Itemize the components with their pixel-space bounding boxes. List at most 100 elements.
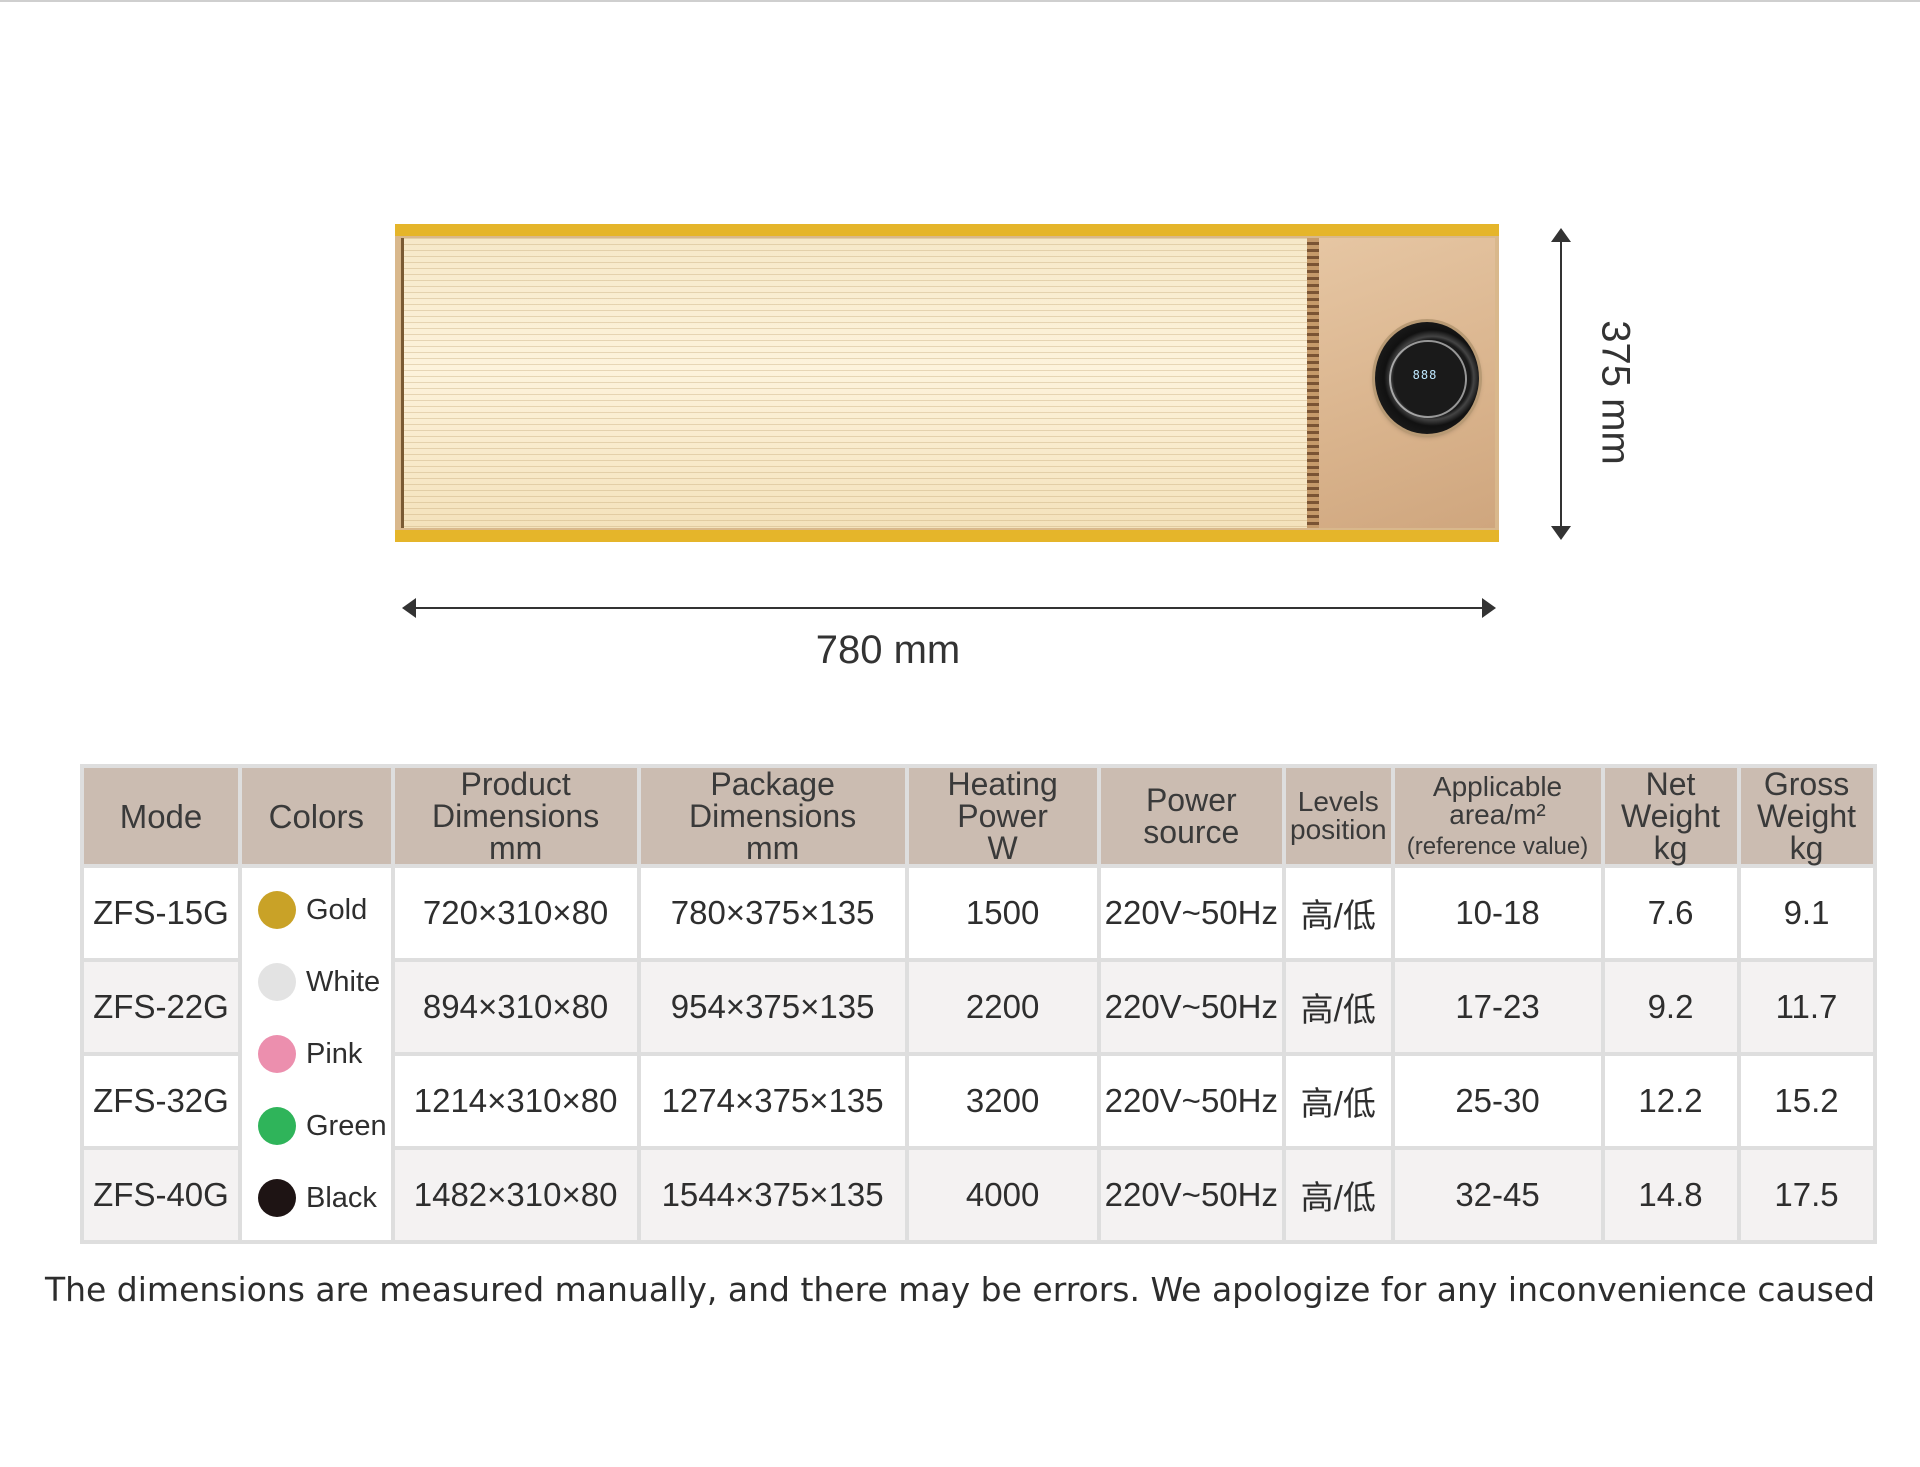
header-power-source: Power source	[1100, 768, 1282, 864]
cell-heating-power: 3200	[908, 1056, 1097, 1146]
cell-levels: 高/低	[1286, 962, 1391, 1052]
disclaimer-text: The dimensions are measured manually, an…	[44, 1270, 1876, 1309]
cell-levels: 高/低	[1286, 1150, 1391, 1240]
cell-product-dimensions: 894×310×80	[394, 962, 637, 1052]
color-option-white: White	[246, 963, 387, 1001]
header-product-dimensions: Product Dimensions mm	[394, 766, 637, 866]
header-power-source-line2: source	[1143, 814, 1240, 850]
cell-area: 32-45	[1394, 1150, 1601, 1240]
swatch-white	[258, 963, 296, 1001]
header-levels-line1: Levels	[1297, 786, 1379, 817]
cell-heating-power: 2200	[908, 962, 1097, 1052]
cell-mode: ZFS-32G	[84, 1056, 238, 1146]
header-gross-weight-line3: kg	[1789, 830, 1824, 866]
heater-grille	[401, 238, 1310, 528]
arrow-up-icon	[1551, 228, 1571, 242]
cell-gross-weight: 11.7	[1740, 962, 1873, 1052]
cell-power-source: 220V~50Hz	[1100, 1150, 1282, 1240]
header-package-dimensions: Package Dimensions mm	[640, 766, 905, 864]
swatch-black	[258, 1179, 296, 1217]
heater-top-rail	[395, 224, 1499, 236]
cell-product-dimensions: 1482×310×80	[394, 1150, 637, 1240]
colors-cell: Gold White Pink Green Black	[242, 868, 391, 1240]
cell-gross-weight: 15.2	[1740, 1056, 1873, 1146]
header-power-source-line1: Power	[1145, 782, 1237, 818]
width-dimension-label: 780 mm	[815, 628, 961, 672]
cell-power-source: 220V~50Hz	[1100, 1056, 1282, 1146]
cell-heating-power: 1500	[908, 868, 1097, 958]
header-package-dimensions-line2: Dimensions	[689, 798, 857, 834]
header-gross-weight-line2: Weight	[1757, 798, 1857, 834]
control-knob-icon: 888	[1375, 322, 1479, 434]
top-divider	[0, 0, 1920, 2]
header-heating-power-line2: Power	[957, 798, 1048, 834]
header-applicable-area: Applicable area/m² (reference value)	[1394, 768, 1601, 864]
header-gross-weight: Gross Weight kg	[1740, 766, 1873, 866]
color-label: Green	[306, 1109, 387, 1142]
height-dimension-line	[1560, 236, 1562, 534]
header-package-dimensions-line1: Package	[710, 766, 835, 802]
cell-net-weight: 12.2	[1604, 1056, 1737, 1146]
cell-net-weight: 14.8	[1604, 1150, 1737, 1240]
color-label: Pink	[306, 1037, 363, 1070]
cell-product-dimensions: 1214×310×80	[394, 1056, 637, 1146]
cell-area: 25-30	[1394, 1056, 1601, 1146]
table-row: ZFS-15G Gold White Pink Green Black 720×…	[84, 868, 1873, 1240]
cell-gross-weight: 17.5	[1740, 1150, 1873, 1240]
cell-area: 10-18	[1394, 868, 1601, 958]
header-product-dimensions-line2: Dimensions	[432, 798, 600, 834]
color-option-black: Black	[246, 1179, 387, 1217]
knob-display: 888	[1412, 368, 1438, 382]
cell-area: 17-23	[1394, 962, 1601, 1052]
header-net-weight-line3: kg	[1653, 830, 1688, 866]
cell-package-dimensions: 954×375×135	[640, 962, 905, 1052]
header-area-line2: (reference value)	[1406, 833, 1589, 860]
header-mode: Mode	[84, 768, 238, 864]
cell-net-weight: 9.2	[1604, 962, 1737, 1052]
height-dimension-label: 375 mm	[1593, 320, 1638, 465]
cell-heating-power: 4000	[908, 1150, 1097, 1240]
cell-mode: ZFS-40G	[84, 1150, 238, 1240]
cell-product-dimensions: 720×310×80	[394, 868, 637, 958]
header-heating-power-line3: W	[987, 830, 1018, 866]
header-net-weight: Net Weight kg	[1604, 766, 1737, 866]
heater-bottom-rail	[395, 530, 1499, 542]
cell-levels: 高/低	[1286, 1056, 1391, 1146]
header-net-weight-line2: Weight	[1621, 798, 1721, 834]
header-colors: Colors	[242, 768, 391, 864]
color-label: Gold	[306, 893, 368, 926]
header-gross-weight-line1: Gross	[1763, 766, 1850, 802]
arrow-left-icon	[402, 598, 416, 618]
color-label: White	[306, 965, 381, 998]
header-heating-power-line1: Heating	[947, 766, 1058, 802]
spec-table: Mode Colors Product Dimensions mm Packag…	[80, 764, 1877, 1244]
swatch-pink	[258, 1035, 296, 1073]
header-net-weight-line1: Net	[1645, 766, 1696, 802]
cell-power-source: 220V~50Hz	[1100, 868, 1282, 958]
swatch-green	[258, 1107, 296, 1145]
arrow-right-icon	[1482, 598, 1496, 618]
heater-product-image: 888	[395, 224, 1499, 544]
cell-levels: 高/低	[1286, 868, 1391, 958]
cell-net-weight: 7.6	[1604, 868, 1737, 958]
header-levels-position: Levels position	[1286, 768, 1391, 864]
swatch-gold	[258, 891, 296, 929]
cell-package-dimensions: 1544×375×135	[640, 1150, 905, 1240]
header-levels-line2: position	[1290, 814, 1387, 845]
cell-package-dimensions: 1274×375×135	[640, 1056, 905, 1146]
width-dimension-line	[404, 607, 1494, 609]
color-label: Black	[306, 1181, 377, 1214]
cell-power-source: 220V~50Hz	[1100, 962, 1282, 1052]
heater-divider-strip	[1307, 238, 1319, 528]
arrow-down-icon	[1551, 526, 1571, 540]
header-product-dimensions-line3: mm	[488, 830, 543, 866]
header-product-dimensions-line1: Product	[460, 766, 571, 802]
cell-mode: ZFS-15G	[84, 868, 238, 958]
cell-mode: ZFS-22G	[84, 962, 238, 1052]
header-heating-power: Heating Power W	[908, 766, 1097, 866]
cell-gross-weight: 9.1	[1740, 868, 1873, 958]
table-header-row: Mode Colors Product Dimensions mm Packag…	[84, 768, 1873, 864]
color-option-green: Green	[246, 1107, 387, 1145]
cell-package-dimensions: 780×375×135	[640, 868, 905, 958]
header-area-line1: Applicable area/m²	[1432, 771, 1563, 830]
